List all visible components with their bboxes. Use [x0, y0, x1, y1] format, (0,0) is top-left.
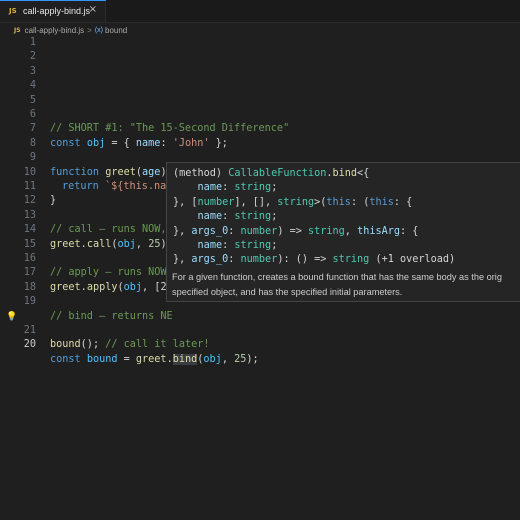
code-line: 2: [0, 50, 520, 64]
code-line: 6 // SHORT #1: "The 15-Second Difference…: [0, 108, 520, 134]
line-number: 6: [29, 109, 36, 120]
method-documentation: For a given function, creates a bound fu…: [172, 270, 520, 300]
line-number: 7: [29, 123, 36, 135]
close-icon[interactable]: ×: [89, 4, 97, 15]
code-text: bound(); // call it later!: [50, 339, 210, 351]
tab-bar: JS call-apply-bind.js ×: [0, 0, 520, 23]
hover-tooltip: (method) CallableFunction.bind<{ name: s…: [166, 162, 520, 302]
line-number: 3: [29, 65, 36, 77]
variable-symbol-icon: (x): [94, 26, 103, 34]
line-number: 17: [23, 267, 36, 279]
line-number: 12: [23, 195, 36, 207]
line-number: 13: [23, 209, 36, 221]
line-number: 21: [23, 325, 36, 336]
code-text: const bound = greet.bind(obj, 25);: [50, 353, 259, 365]
breadcrumb-separator: >: [87, 25, 92, 35]
code-line: 8: [0, 137, 520, 151]
active-tab-indicator: [0, 0, 106, 1]
line-number: 5: [29, 94, 36, 106]
breadcrumb: JS call-apply-bind.js > (x) bound: [0, 23, 520, 37]
breadcrumb-symbol[interactable]: bound: [105, 26, 127, 35]
line-number: 14: [23, 224, 36, 236]
method-signature: (method) CallableFunction.bind<{ name: s…: [173, 168, 456, 266]
code-line: 7 const obj = { name: 'John' };: [0, 122, 520, 148]
code-line: 3: [0, 65, 520, 79]
code-line: 1: [0, 36, 520, 50]
doc-line: specified object, and has the specified …: [172, 287, 403, 297]
js-file-icon: JS: [9, 7, 17, 15]
line-number: 9: [29, 152, 36, 164]
line-number: 2: [29, 51, 36, 63]
line-number: 10: [23, 166, 36, 178]
line-number: 19: [23, 296, 36, 308]
tab-call-apply-bind[interactable]: JS call-apply-bind.js ×: [0, 0, 106, 22]
tab-label: call-apply-bind.js: [23, 6, 91, 16]
js-file-icon: JS: [14, 26, 21, 34]
line-number: 11: [23, 181, 36, 192]
line-number: 15: [23, 238, 36, 250]
code-line: 5: [0, 94, 520, 108]
line-number: 16: [23, 253, 36, 264]
line-number: 4: [29, 80, 36, 92]
active-code-line: 💡 20 const bound = greet.bind(obj, 25);: [0, 310, 520, 365]
doc-line: For a given function, creates a bound fu…: [172, 272, 502, 282]
line-number: 1: [29, 37, 36, 48]
code-line: 21 bound(); // call it later!: [0, 324, 520, 350]
line-number: 18: [23, 281, 36, 293]
lightbulb-icon[interactable]: 💡: [6, 310, 17, 324]
breadcrumb-file[interactable]: call-apply-bind.js: [25, 26, 85, 35]
code-line: 4: [0, 79, 520, 93]
line-number: 8: [29, 137, 36, 149]
